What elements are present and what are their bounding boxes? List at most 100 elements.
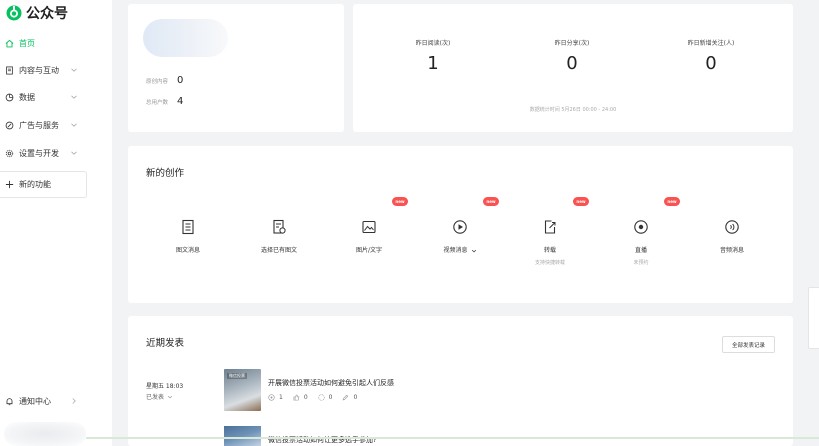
total-users-label: 总用户数 — [146, 100, 169, 106]
create-image-text-label: 图片/文字 — [355, 247, 383, 254]
chevron-right-icon — [72, 398, 76, 404]
article-icon — [182, 219, 194, 235]
audio-icon — [725, 220, 739, 234]
create-video-button[interactable]: 视频消息 — [420, 219, 500, 254]
sidebar-item-label: 数据 — [19, 92, 35, 102]
post-status[interactable]: 已发表 — [146, 392, 173, 401]
sidebar-item-home[interactable]: 首页 — [4, 33, 104, 53]
stat-shares[interactable]: 昨日分享(次) 0 — [522, 38, 622, 74]
original-content-stat: 原创内容 0 — [146, 75, 183, 86]
create-article-button[interactable]: 图文消息 — [148, 219, 228, 254]
wechat-logo-icon — [6, 5, 22, 21]
live-button[interactable]: 直播 未预约 — [601, 219, 681, 266]
chevron-down-icon — [71, 151, 77, 155]
notification-center[interactable]: 通知中心 — [4, 391, 104, 411]
total-users-stat: 总用户数 4 — [146, 96, 183, 107]
sidebar-item-new-features[interactable]: 新的功能 — [4, 174, 104, 194]
live-icon — [634, 220, 648, 234]
plus-icon — [4, 179, 14, 189]
image-icon — [362, 220, 376, 234]
repost-label: 转载 — [543, 247, 556, 254]
article-title[interactable]: 开展微信投票活动如何避免引起人们反感 — [268, 378, 394, 388]
chevron-down-icon — [71, 95, 77, 99]
app-name: 公众号 — [26, 6, 68, 22]
reads-metric: 1 — [268, 394, 283, 401]
sidebar-item-label: 广告与服务 — [19, 120, 59, 130]
create-article-label: 图文消息 — [175, 247, 200, 254]
repost-sublabel: 支持快捷转载 — [534, 260, 565, 266]
sidebar: 公众号 首页 内容与互动 数据 广告与服务 设置与开发 新的功能 通知中心 — [0, 0, 112, 446]
article-thumbnail[interactable] — [224, 426, 261, 446]
thumbs-up-icon — [293, 394, 300, 401]
sidebar-item-content[interactable]: 内容与互动 — [4, 60, 104, 80]
chart-icon — [4, 92, 14, 102]
article-metrics: 1 0 0 0 — [268, 394, 367, 401]
create-audio-button[interactable]: 音频消息 — [692, 219, 772, 254]
blurred-avatar — [4, 422, 86, 446]
select-existing-article-label: 选择已有图文 — [260, 247, 297, 254]
new-badge: new — [392, 197, 408, 206]
chevron-down-icon[interactable] — [471, 248, 477, 254]
select-article-icon — [273, 219, 286, 234]
account-avatar-blurred[interactable] — [143, 19, 228, 57]
repost-icon — [544, 220, 556, 234]
all-posts-button[interactable]: 全部发表记录 — [722, 336, 775, 353]
gear-icon — [4, 148, 14, 158]
recent-posts-card: 近期发表 全部发表记录 星期五 18:03 已发表 微信投票 开展微信投票活动如… — [128, 316, 793, 446]
stat-shares-label: 昨日分享(次) — [554, 40, 590, 47]
home-icon — [4, 38, 14, 48]
sidebar-item-data[interactable]: 数据 — [4, 87, 104, 107]
stat-reads-label: 昨日阅读(次) — [415, 40, 451, 47]
sidebar-item-ads[interactable]: 广告与服务 — [4, 115, 104, 135]
create-image-text-button[interactable]: 图片/文字 — [329, 219, 409, 254]
video-icon — [453, 220, 467, 234]
share-icon — [318, 394, 325, 401]
bell-icon — [4, 396, 14, 406]
sidebar-item-label: 内容与互动 — [19, 65, 59, 75]
create-video-label: 视频消息 — [420, 245, 500, 254]
document-icon — [4, 65, 14, 75]
pen-icon — [343, 394, 349, 401]
post-status-label: 已发表 — [146, 394, 165, 401]
comments-metric: 0 — [342, 394, 357, 401]
bottom-divider — [86, 437, 819, 439]
eye-icon — [268, 394, 275, 401]
new-creation-card: 新的创作 new new new new 图文消息 选择已有图文 图片/文字 视… — [128, 146, 793, 303]
article-thumbnail[interactable]: 微信投票 — [224, 369, 261, 411]
sidebar-item-label: 新的功能 — [19, 179, 51, 189]
stat-new-followers-label: 昨日新增关注(人) — [687, 40, 735, 47]
post-date: 星期五 18:03 — [146, 383, 184, 390]
new-badge: new — [573, 197, 589, 206]
new-badge: new — [664, 197, 680, 206]
select-existing-article-button[interactable]: 选择已有图文 — [239, 219, 319, 254]
shares-metric: 0 — [318, 394, 332, 401]
compass-icon — [4, 120, 14, 130]
stats-time-note: 数据统计时间 5月26日 00:00 - 24:00 — [529, 107, 617, 113]
new-creation-title: 新的创作 — [146, 168, 185, 179]
sidebar-item-label: 首页 — [19, 38, 35, 48]
notification-label: 通知中心 — [19, 396, 51, 406]
yesterday-stats-card: 昨日阅读(次) 1 昨日分享(次) 0 昨日新增关注(人) 0 数据统计时间 5… — [353, 4, 793, 132]
chevron-down-icon — [167, 395, 173, 398]
chevron-down-icon — [71, 68, 77, 72]
new-badge: new — [483, 197, 499, 206]
live-sublabel: 未预约 — [633, 260, 649, 266]
create-audio-label: 音频消息 — [719, 247, 744, 254]
stat-reads[interactable]: 昨日阅读(次) 1 — [383, 38, 483, 74]
recent-posts-title: 近期发表 — [146, 338, 185, 349]
sidebar-item-label: 设置与开发 — [19, 148, 59, 158]
app-logo[interactable]: 公众号 — [6, 3, 68, 23]
stat-shares-value: 0 — [566, 53, 578, 74]
thumbnail-text: 微信投票 — [227, 373, 247, 379]
likes-metric: 0 — [293, 394, 308, 401]
repost-button[interactable]: 转载 支持快捷转载 — [510, 219, 590, 266]
stat-new-followers[interactable]: 昨日新增关注(人) 0 — [661, 38, 761, 74]
floating-help-widget[interactable] — [808, 287, 819, 349]
stat-new-followers-value: 0 — [705, 53, 717, 74]
sidebar-item-settings[interactable]: 设置与开发 — [4, 143, 104, 163]
chevron-down-icon — [71, 123, 77, 127]
total-users-value: 4 — [177, 96, 184, 107]
live-label: 直播 — [634, 247, 647, 254]
original-content-value: 0 — [177, 75, 184, 86]
original-content-label: 原创内容 — [146, 79, 169, 85]
